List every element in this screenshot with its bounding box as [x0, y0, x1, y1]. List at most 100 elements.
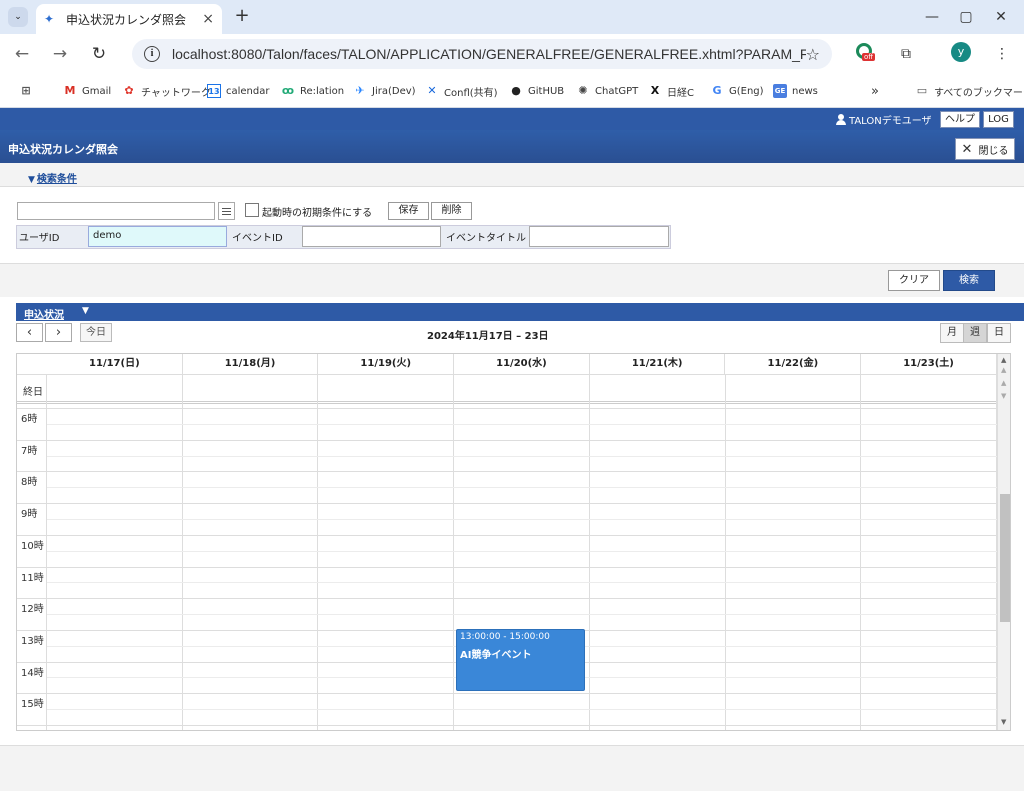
maximize-button[interactable]: ▢: [951, 6, 981, 28]
scroll-thumb[interactable]: [1000, 494, 1010, 622]
all-bookmarks[interactable]: ▭ すべてのブックマーク: [915, 83, 1024, 99]
tab-search-button[interactable]: ⌄: [8, 7, 28, 27]
browser-menu-icon[interactable]: ⋮: [991, 43, 1013, 65]
initial-condition-checkbox[interactable]: [245, 203, 259, 217]
initial-condition-label: 起動時の初期条件にする: [262, 208, 373, 219]
saved-condition-select[interactable]: [17, 202, 215, 220]
apps-grid-icon[interactable]: ⊞: [19, 83, 38, 99]
day-view-button[interactable]: 日: [987, 323, 1011, 343]
hour-label: 15時: [21, 699, 44, 711]
search-conditions-toggle[interactable]: ▼ 検索条件: [28, 170, 77, 185]
bookmark-star-icon[interactable]: ☆: [806, 45, 820, 64]
reload-button[interactable]: ↻: [87, 42, 111, 66]
event-id-label: イベントID: [232, 233, 283, 244]
talon-favicon-icon: ✦: [44, 12, 55, 26]
bookmark-jira[interactable]: ✈ Jira(Dev): [353, 83, 415, 99]
hour-label: 16時: [21, 727, 44, 730]
bookmark-news[interactable]: GE news: [773, 83, 818, 99]
browser-toolbar: ← → ↻ i localhost:8080/Talon/faces/TALON…: [0, 34, 1024, 74]
close-screen-button[interactable]: ✕ 閉じる: [955, 138, 1015, 160]
status-section-header[interactable]: 申込状況 ▼: [16, 303, 1024, 321]
save-condition-button[interactable]: 保存: [388, 202, 429, 220]
scroll-down-icon[interactable]: ▼: [1001, 718, 1006, 726]
hour-label: 10時: [21, 540, 44, 552]
date-range-title: 2024年11月17日 – 23日: [427, 331, 549, 342]
scroll-up-icon[interactable]: ▲: [1001, 356, 1006, 364]
calendar-event[interactable]: 13:00:00 - 15:00:00 AI競争イベント: [456, 629, 585, 691]
site-info-icon[interactable]: i: [144, 46, 160, 62]
forward-button[interactable]: →: [48, 42, 72, 66]
event-title-input[interactable]: [529, 226, 669, 247]
clear-button[interactable]: クリア: [888, 270, 940, 291]
scroll-up-icon[interactable]: ▲: [1001, 379, 1006, 387]
scroll-up-icon[interactable]: ▲: [1001, 366, 1006, 374]
triangle-down-icon: ▼: [82, 306, 89, 316]
status-section-label: 申込状況: [24, 310, 64, 321]
triangle-down-icon: ▼: [28, 175, 35, 185]
minimize-button[interactable]: —: [917, 6, 947, 28]
app-topbar: TALONデモユーザ ヘルプ LOG: [0, 108, 1024, 130]
app-titlebar: 申込状況カレンダ照会: [0, 130, 1024, 163]
day-column-header: 11/22(金): [726, 354, 862, 374]
day-column-header: 11/19(火): [318, 354, 455, 374]
bookmarks-overflow-button[interactable]: »: [871, 83, 879, 99]
back-button[interactable]: ←: [10, 42, 34, 66]
github-icon: ●: [511, 84, 521, 97]
bookmark-nikkei[interactable]: X 日経C: [648, 83, 694, 99]
close-icon: ✕: [961, 141, 973, 157]
chevron-down-icon: ⌄: [14, 12, 22, 22]
user-id-input[interactable]: demo: [88, 226, 227, 247]
bookmark-gmail[interactable]: M Gmail: [63, 83, 112, 99]
list-icon[interactable]: [218, 202, 235, 220]
search-action-bar: クリア 検索: [0, 263, 1024, 297]
half-hour-line: [47, 487, 997, 489]
next-week-button[interactable]: ›: [45, 323, 72, 342]
log-button[interactable]: LOG: [983, 111, 1014, 128]
hour-label: 8時: [21, 477, 38, 489]
hour-label: 9時: [21, 509, 38, 521]
new-tab-button[interactable]: +: [232, 6, 252, 26]
bookmark-relation[interactable]: ꝏ Re:lation: [281, 83, 344, 99]
bookmark-chatwork[interactable]: ✿ チャットワーク: [122, 83, 211, 99]
prev-week-button[interactable]: ‹: [16, 323, 43, 342]
search-body: 起動時の初期条件にする 保存 削除 ユーザID demo イベントID イベント…: [0, 186, 1024, 263]
event-title-label: イベントタイトル: [446, 233, 526, 244]
bookmark-calendar[interactable]: 13 calendar: [207, 83, 269, 99]
today-button[interactable]: 今日: [80, 323, 112, 342]
scroll-down-icon[interactable]: ▼: [1001, 392, 1006, 400]
search-button[interactable]: 検索: [943, 270, 995, 291]
bookmark-google-eng[interactable]: G G(Eng): [710, 83, 763, 99]
close-tab-icon[interactable]: ×: [202, 11, 214, 27]
user-icon: [836, 114, 846, 125]
event-id-input[interactable]: [302, 226, 441, 247]
user-id-label: ユーザID: [19, 233, 60, 244]
calendar-scrollbar[interactable]: ▲ ▲ ▲ ▼ ▼: [997, 354, 1010, 730]
close-window-button[interactable]: ✕: [986, 6, 1016, 28]
hour-line: [17, 503, 997, 505]
hour-line: [17, 598, 997, 600]
bookmark-github[interactable]: ● GitHUB: [509, 83, 564, 99]
browser-chrome: ⌄ ✦ 申込状況カレンダ照会 × + — ▢ ✕ ← → ↻ i localho…: [0, 0, 1024, 108]
all-day-row[interactable]: [17, 374, 997, 404]
month-view-button[interactable]: 月: [940, 323, 964, 343]
day-column-header: 11/20(水): [454, 354, 590, 374]
profile-avatar[interactable]: y: [951, 42, 971, 62]
event-title: AI競争イベント: [460, 650, 532, 661]
news-icon: GE: [773, 84, 787, 98]
hour-label: 14時: [21, 667, 44, 679]
hour-label: 12時: [21, 604, 44, 616]
chatgpt-icon: ✺: [578, 84, 588, 97]
extension-off-icon[interactable]: off: [856, 43, 878, 65]
extensions-puzzle-icon[interactable]: ⧉: [895, 43, 917, 65]
browser-tab-active[interactable]: ✦ 申込状況カレンダ照会 ×: [36, 4, 222, 34]
bookmark-confluence[interactable]: ✕ Confl(共有): [425, 83, 497, 99]
address-bar[interactable]: i localhost:8080/Talon/faces/TALON/APPLI…: [132, 39, 832, 69]
help-button[interactable]: ヘルプ: [940, 111, 980, 128]
week-view-button[interactable]: 週: [963, 323, 987, 343]
bookmark-chatgpt[interactable]: ✺ ChatGPT: [576, 83, 638, 99]
day-column-header: 11/18(月): [183, 354, 319, 374]
hour-label: 7時: [21, 445, 38, 457]
hour-line: [17, 725, 997, 726]
delete-condition-button[interactable]: 削除: [431, 202, 472, 220]
x-logo-icon: X: [650, 84, 660, 97]
